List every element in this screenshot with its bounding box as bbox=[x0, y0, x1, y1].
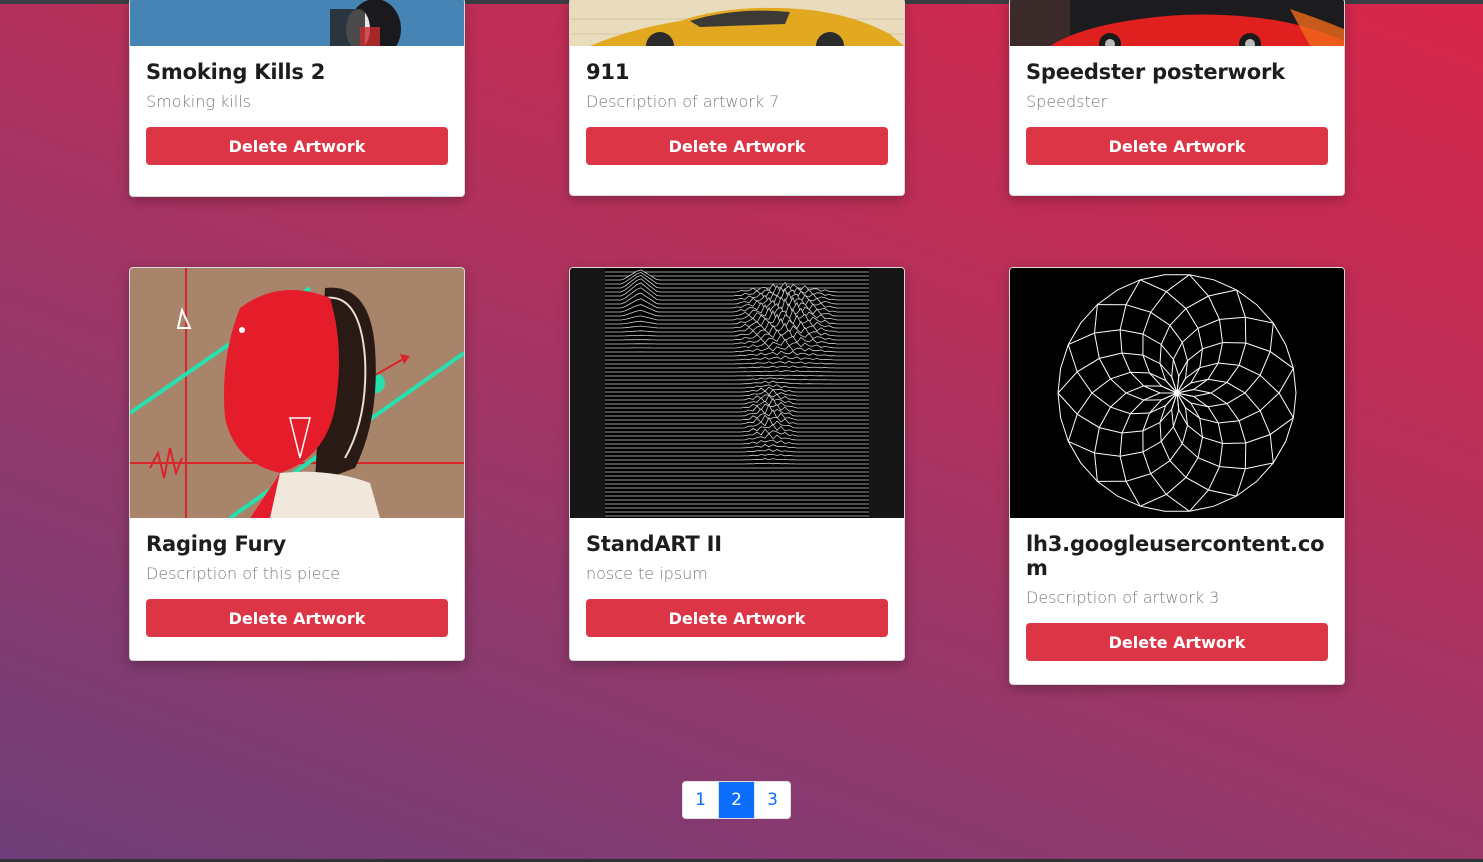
artwork-card: StandART II nosce te ipsum Delete Artwor… bbox=[569, 267, 905, 661]
delete-artwork-button[interactable]: Delete Artwork bbox=[1026, 623, 1328, 661]
artwork-image bbox=[1010, 268, 1344, 518]
artwork-thumbnail-ferrari bbox=[1010, 0, 1344, 46]
artwork-title: lh3.googleusercontent.com bbox=[1026, 532, 1325, 580]
artwork-title: 911 bbox=[586, 60, 630, 84]
delete-artwork-button[interactable]: Delete Artwork bbox=[586, 599, 888, 637]
artwork-title: StandART II bbox=[586, 532, 722, 556]
page-link-2[interactable]: 2 bbox=[719, 782, 755, 818]
artwork-description: Smoking kills bbox=[146, 92, 252, 111]
page-link-1[interactable]: 1 bbox=[683, 782, 719, 818]
artwork-image bbox=[130, 0, 464, 46]
delete-artwork-button[interactable]: Delete Artwork bbox=[146, 599, 448, 637]
artwork-thumbnail-porsche bbox=[570, 0, 904, 46]
artwork-description: Description of artwork 7 bbox=[586, 92, 780, 111]
artwork-title: Smoking Kills 2 bbox=[146, 60, 326, 84]
artwork-thumbnail-motorcycle bbox=[130, 0, 464, 46]
artwork-image bbox=[570, 0, 904, 46]
artwork-card: Smoking Kills 2 Smoking kills Delete Art… bbox=[129, 0, 465, 197]
artwork-image bbox=[130, 268, 464, 518]
artwork-description: Description of this piece bbox=[146, 564, 341, 583]
artwork-title: Raging Fury bbox=[146, 532, 286, 556]
delete-artwork-button[interactable]: Delete Artwork bbox=[146, 127, 448, 165]
artwork-thumbnail-standart bbox=[570, 268, 904, 518]
artwork-card: lh3.googleusercontent.com Description of… bbox=[1009, 267, 1345, 685]
delete-artwork-button[interactable]: Delete Artwork bbox=[1026, 127, 1328, 165]
artwork-card: 911 Description of artwork 7 Delete Artw… bbox=[569, 0, 905, 196]
artwork-description: nosce te ipsum bbox=[586, 564, 708, 583]
pagination: 1 2 3 bbox=[682, 781, 791, 819]
artwork-image bbox=[1010, 0, 1344, 46]
page-link-3[interactable]: 3 bbox=[755, 782, 790, 818]
artwork-description: Speedster bbox=[1026, 92, 1108, 111]
artwork-thumbnail-raging-fury bbox=[130, 268, 464, 518]
artwork-card: Raging Fury Description of this piece De… bbox=[129, 267, 465, 661]
artwork-description: Description of artwork 3 bbox=[1026, 588, 1220, 607]
artwork-title: Speedster posterwork bbox=[1026, 60, 1285, 84]
delete-artwork-button[interactable]: Delete Artwork bbox=[586, 127, 888, 165]
artwork-card: Speedster posterwork Speedster Delete Ar… bbox=[1009, 0, 1345, 196]
artwork-thumbnail-rosette bbox=[1010, 268, 1344, 518]
artwork-image bbox=[570, 268, 904, 518]
